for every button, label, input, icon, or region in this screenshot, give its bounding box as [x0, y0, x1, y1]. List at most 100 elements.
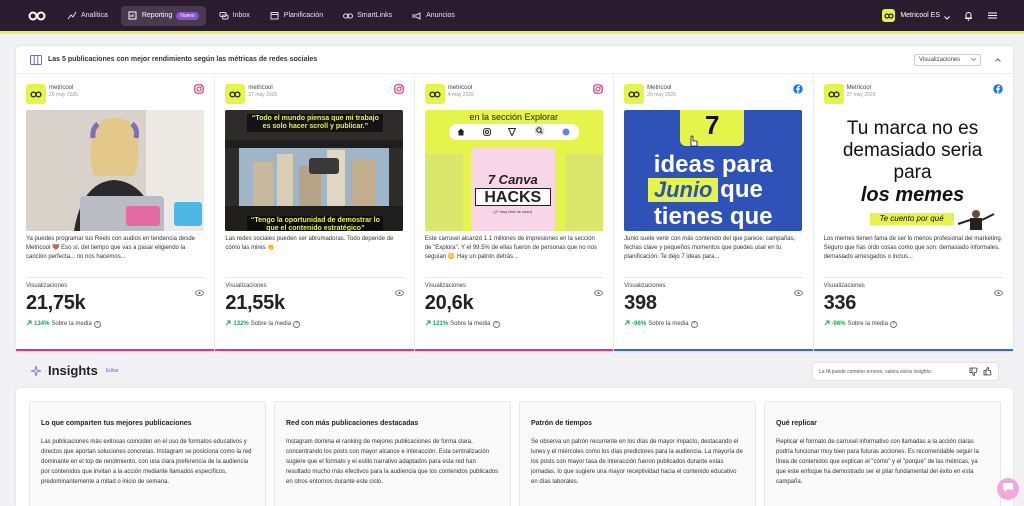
nav-inbox[interactable]: Inbox [212, 6, 257, 26]
eye-icon[interactable] [793, 283, 803, 296]
nav-label: Anuncios [426, 12, 455, 19]
metric-label: Visualizaciones [26, 283, 68, 289]
metric-percent: 132% [233, 321, 249, 327]
post-image[interactable]: 7 ideas para Junio que tienes que [624, 110, 803, 231]
help-icon[interactable]: ? [492, 320, 500, 328]
nav-label: Analítica [81, 12, 108, 19]
metric-label: Visualizaciones [823, 283, 865, 289]
instagram-accent-line [414, 349, 614, 351]
insights-edit-link[interactable]: Editar [106, 368, 119, 374]
post-image-text: que [720, 176, 763, 203]
hacks-card: 7 Canva HACKS (¡Y muy fácil de usar!) [470, 148, 555, 231]
eye-icon[interactable] [994, 283, 1003, 296]
account-area: Metricool ES [882, 7, 998, 25]
calendar-icon [270, 11, 280, 21]
account-avatar [823, 84, 844, 104]
instagram-accent-line [16, 349, 215, 351]
nav-reporting[interactable]: Reporting Nuevo [120, 5, 206, 26]
post-account: Metricool [846, 85, 871, 91]
account-avatar [225, 84, 246, 104]
help-icon[interactable]: ? [889, 320, 897, 328]
arrow-up-icon [26, 320, 32, 328]
post-image[interactable]: “Todo el mundo piensa que mi trabajo es … [225, 110, 404, 231]
nav-planificacion[interactable]: Planificación [263, 6, 330, 26]
bell-icon[interactable] [962, 10, 974, 22]
post-card[interactable]: metricool 27 may 2026 “Todo el mundo pie… [215, 74, 415, 351]
post-caption: Ya puedes programar tus Reels con audios… [26, 236, 195, 260]
insight-text: Se observa un patrón recurrente en los d… [531, 439, 743, 485]
post-image-text: en la sección Explorar [469, 112, 559, 122]
eye-icon[interactable] [195, 283, 205, 296]
post-image-text: tienes que [653, 203, 773, 230]
compare-label: Sobre la media [51, 321, 92, 327]
instagram-icon [593, 84, 603, 94]
profile-icon [562, 123, 570, 141]
feedback-text: La IA puede cometer errores, valora esto… [819, 368, 932, 375]
new-badge: Nuevo [176, 11, 199, 20]
post-image[interactable]: en la sección Explorar 7 Canva HACKS (¡Y… [424, 110, 603, 231]
post-account: metricool [447, 85, 473, 91]
send-icon [507, 123, 517, 141]
insight-text: Instagram domina el ranking de mejores p… [286, 439, 499, 485]
link-icon [343, 11, 354, 21]
chevron-down-icon[interactable] [944, 7, 950, 25]
megaphone-icon [412, 11, 422, 21]
search-icon [534, 123, 545, 141]
post-caption: Este carrusel alcanzó 1.1 millones de im… [424, 236, 597, 260]
post-account: metricool [49, 85, 74, 91]
post-image[interactable]: Tu marca no es demasiado seria para los … [823, 110, 1002, 231]
chevron-up-icon[interactable] [993, 55, 1003, 65]
facebook-accent-line [813, 349, 1013, 351]
nav-smartlinks[interactable]: SmartLinks [336, 6, 399, 26]
post-card[interactable]: Metricool 27 may 2026 Tu marca no es dem… [813, 74, 1013, 351]
home-icon [457, 123, 465, 141]
account-name[interactable]: Metricool ES [900, 12, 940, 19]
nav-anuncios[interactable]: Anuncios [405, 6, 462, 26]
metric-select[interactable]: Visualizaciones [914, 53, 981, 66]
help-icon[interactable]: ? [93, 320, 101, 328]
post-card[interactable]: metricool 4 may 2026 en la sección Explo… [414, 74, 615, 351]
thumbs-up-icon[interactable] [982, 367, 992, 377]
insight-title: Qué replicar [776, 420, 817, 427]
post-image-text: “Tengo la oportunidad de demostrar lo qu… [247, 216, 384, 231]
insight-card: Lo que comparten tus mejores publicacion… [29, 401, 266, 506]
side-panel [424, 154, 463, 231]
menu-icon[interactable] [986, 10, 998, 22]
account-avatar [26, 84, 46, 104]
post-image[interactable] [26, 110, 204, 231]
post-card[interactable]: metricool 29 may 2026 Ya puedes programa… [16, 74, 216, 351]
insights-panel: Lo que comparten tus mejores publicacion… [16, 388, 1013, 506]
insights-header: Insights Editar [30, 363, 119, 378]
post-date: 4 may 2026 [447, 92, 474, 98]
chevron-down-icon [971, 57, 976, 63]
posts-list: metricool 29 may 2026 Ya puedes programa… [16, 74, 1013, 351]
account-avatar [624, 84, 645, 104]
compare-label: Sobre la media [450, 321, 491, 327]
eye-icon[interactable] [594, 283, 604, 296]
report-icon [128, 11, 138, 21]
compare-label: Sobre la media [847, 321, 888, 327]
chart-icon [67, 11, 77, 21]
thumbs-down-icon[interactable] [968, 367, 978, 377]
post-date: 29 may 2026 [49, 92, 78, 98]
metric-label: Visualizaciones [225, 283, 267, 289]
insight-title: Patrón de tiempos [531, 420, 593, 427]
account-avatar[interactable] [882, 9, 896, 22]
eye-icon[interactable] [394, 283, 404, 296]
help-icon[interactable]: ? [690, 320, 698, 328]
nav-analitica[interactable]: Analítica [60, 6, 115, 26]
insight-card: Patrón de tiempos Se observa un patrón r… [519, 401, 756, 506]
post-image-text: “Todo el mundo piensa que mi trabajo es … [247, 114, 384, 132]
post-card[interactable]: Metricool 29 may 2026 7 ideas para Junio… [614, 74, 814, 351]
metric-value: 21,75k [26, 292, 86, 314]
post-image-text: los memes [860, 184, 965, 206]
chat-support-button[interactable] [997, 478, 1019, 500]
metric-percent: 134% [34, 321, 50, 327]
arrow-up-icon [225, 320, 231, 328]
metric-label: Visualizaciones [624, 283, 666, 289]
metric-value: 20,6k [424, 292, 474, 314]
accent-line [0, 31, 1024, 34]
metricool-logo-icon[interactable] [28, 11, 46, 21]
top-navigation: Analítica Reporting Nuevo Inbox Planific… [0, 0, 1024, 31]
help-icon[interactable]: ? [293, 320, 301, 328]
